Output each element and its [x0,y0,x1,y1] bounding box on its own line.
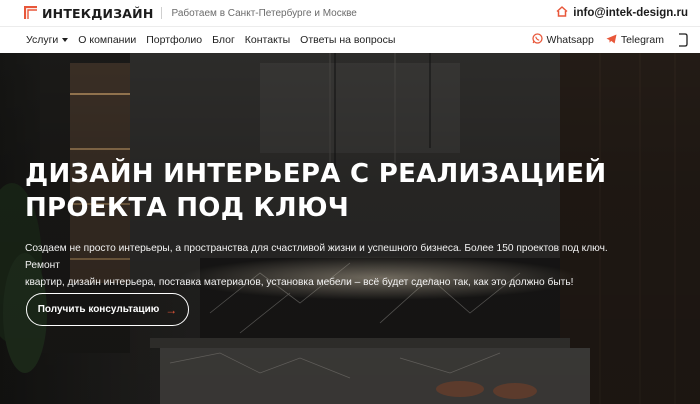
nav-item-blog[interactable]: Блог [212,34,235,46]
region-text: Работаем в Санкт-Петербурге и Москве [171,7,357,19]
hero-banner: ДИЗАЙН ИНТЕРЬЕРА С РЕАЛИЗАЦИЕЙ ПРОЕКТА П… [0,53,700,404]
nav-item-contacts[interactable]: Контакты [245,34,290,46]
hero-title-line: ДИЗАЙН ИНТЕРЬЕРА С РЕАЛИЗАЦИЕЙ [25,159,607,189]
home-icon [556,4,568,22]
whatsapp-link[interactable]: Whatsapp [531,33,594,47]
hero-description: Создаем не просто интерьеры, а пространс… [25,240,625,291]
nav-item-about[interactable]: О компании [78,34,136,46]
nav-item-faq[interactable]: Ответы на вопросы [300,34,395,46]
hero-description-line: Создаем не просто интерьеры, а пространс… [25,243,608,271]
email-link[interactable]: info@intek-design.ru [573,7,688,19]
arrow-right-icon: → [165,302,178,317]
contact-email[interactable]: info@intek-design.ru [556,4,688,22]
nav-item-services[interactable]: Услуги [26,34,69,46]
nav-item-portfolio[interactable]: Портфолио [146,34,202,46]
hero-background-image [0,53,700,404]
logo-mark-icon [23,5,38,20]
whatsapp-label: Whatsapp [546,34,594,46]
whatsapp-icon [531,33,543,47]
top-bar: ИНТЕКДИЗАЙН Работаем в Санкт-Петербурге … [0,0,700,26]
header-divider [161,7,163,19]
chevron-down-icon [62,38,69,42]
phone-icon[interactable] [676,33,688,47]
hero-title: ДИЗАЙН ИНТЕРЬЕРА С РЕАЛИЗАЦИЕЙ ПРОЕКТА П… [25,157,665,225]
logo[interactable]: ИНТЕКДИЗАЙН [23,5,154,21]
telegram-label: Telegram [620,34,664,46]
telegram-link[interactable]: Telegram [606,34,664,47]
consultation-button[interactable]: Получить консультацию → [26,293,189,326]
messengers: Whatsapp Telegram [531,33,688,47]
main-nav: Услуги О компании Портфолио Блог Контакт… [0,27,700,53]
hero-title-line: ПРОЕКТА ПОД КЛЮЧ [25,193,350,223]
hero-description-line: квартир, дизайн интерьера, поставка мате… [25,277,574,288]
telegram-icon [606,34,617,47]
nav-menu: Услуги О компании Портфолио Блог Контакт… [26,34,395,46]
logo-text: ИНТЕКДИЗАЙН [42,5,154,21]
nav-item-label: Услуги [26,34,59,46]
consultation-button-label: Получить консультацию [37,304,160,315]
